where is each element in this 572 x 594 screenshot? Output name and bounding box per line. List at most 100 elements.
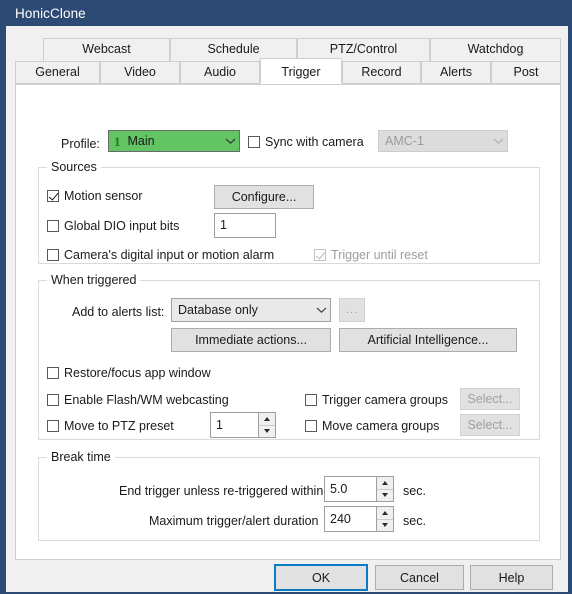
sources-group-title: Sources [47, 160, 101, 174]
artificial-intelligence-button[interactable]: Artificial Intelligence... [339, 328, 517, 352]
profile-combo-value: 1 Main [109, 134, 221, 148]
tab-label: Audio [204, 65, 236, 79]
spinner-up-button[interactable] [259, 413, 275, 426]
tab-label: PTZ/Control [329, 42, 398, 56]
sync-with-camera-label: Sync with camera [265, 135, 364, 149]
spinner-down-button[interactable] [377, 489, 393, 501]
spinner-down-button[interactable] [259, 425, 275, 437]
immediate-actions-button[interactable]: Immediate actions... [171, 328, 331, 352]
caret-up-icon [264, 416, 270, 421]
restore-focus-label: Restore/focus app window [64, 366, 211, 380]
caret-up-icon [382, 480, 388, 485]
ptz-preset-spinner[interactable]: 1 [210, 412, 276, 438]
help-button[interactable]: Help [470, 565, 553, 590]
checkbox-box [248, 136, 260, 148]
alerts-list-combo[interactable]: Database only [171, 298, 331, 322]
ok-button[interactable]: OK [274, 564, 368, 591]
spinner-up-button[interactable] [377, 477, 393, 490]
checkbox-box [47, 367, 59, 379]
alerts-list-label: Add to alerts list: [72, 305, 165, 319]
max-duration-value[interactable]: 240 [324, 506, 376, 532]
trigger-camera-groups-select-button: Select... [460, 388, 520, 410]
ptz-preset-value[interactable]: 1 [210, 412, 258, 438]
caret-down-icon [382, 493, 388, 498]
dialog-client-area: Webcast Schedule PTZ/Control Watchdog Ge… [6, 26, 568, 592]
max-duration-unit: sec. [403, 514, 426, 528]
end-trigger-spinner[interactable]: 5.0 [324, 476, 394, 502]
tab-webcast[interactable]: Webcast [43, 38, 170, 61]
configure-button[interactable]: Configure... [214, 185, 314, 209]
max-duration-spinner[interactable]: 240 [324, 506, 394, 532]
checkbox-box [47, 420, 59, 432]
profile-number-icon: 1 [114, 134, 121, 148]
tab-trigger[interactable]: Trigger [260, 58, 342, 84]
camera-digital-input-label: Camera's digital input or motion alarm [64, 248, 275, 262]
alerts-list-browse-button: ... [339, 298, 365, 322]
tab-record[interactable]: Record [342, 61, 421, 84]
checkbox-box [47, 220, 59, 232]
restore-focus-checkbox[interactable]: Restore/focus app window [47, 366, 211, 381]
tab-label: Alerts [440, 65, 472, 79]
spinner-buttons [376, 506, 394, 532]
trigger-camera-groups-checkbox[interactable]: Trigger camera groups [305, 393, 448, 408]
move-to-ptz-preset-label: Move to PTZ preset [64, 419, 174, 433]
tab-audio[interactable]: Audio [180, 61, 260, 84]
enable-flash-webcasting-checkbox[interactable]: Enable Flash/WM webcasting [47, 393, 229, 408]
global-dio-checkbox[interactable]: Global DIO input bits [47, 219, 179, 234]
when-triggered-group-title: When triggered [47, 273, 141, 287]
tab-label: Schedule [207, 42, 260, 56]
move-to-ptz-preset-checkbox[interactable]: Move to PTZ preset [47, 419, 174, 434]
checkbox-box [305, 420, 317, 432]
camera-combo-value: AMC-1 [385, 134, 424, 148]
end-trigger-value[interactable]: 5.0 [324, 476, 376, 502]
camera-digital-input-checkbox[interactable]: Camera's digital input or motion alarm [47, 248, 274, 263]
profile-combo[interactable]: 1 Main [108, 130, 240, 152]
profile-label: Profile: [61, 137, 100, 151]
tab-alerts[interactable]: Alerts [421, 61, 491, 84]
motion-sensor-checkbox[interactable]: Motion sensor [47, 189, 143, 204]
trigger-until-reset-checkbox: Trigger until reset [314, 248, 428, 263]
chevron-down-icon [312, 299, 330, 321]
camera-combo: AMC-1 [378, 130, 508, 152]
tab-label: Record [361, 65, 402, 79]
chevron-down-icon [489, 131, 507, 151]
checkbox-box [47, 394, 59, 406]
sync-with-camera-checkbox[interactable]: Sync with camera [248, 135, 364, 150]
cancel-button[interactable]: Cancel [375, 565, 464, 590]
application-window: HonicClone Webcast Schedule PTZ/Control … [0, 0, 572, 594]
motion-sensor-label: Motion sensor [64, 189, 143, 203]
profile-name: Main [127, 134, 155, 148]
tab-row-lower: General Video Audio Trigger Record Alert… [15, 58, 561, 84]
caret-down-icon [382, 523, 388, 528]
window-title: HonicClone [15, 6, 86, 21]
end-trigger-label: End trigger unless re-triggered within [119, 484, 324, 498]
spinner-buttons [258, 412, 276, 438]
trigger-tab-page: Profile: 1 Main Sync with camera AMC-1 S… [15, 84, 561, 560]
tab-label: Webcast [82, 42, 131, 56]
trigger-camera-groups-label: Trigger camera groups [322, 393, 448, 407]
tab-video[interactable]: Video [100, 61, 180, 84]
alerts-list-value: Database only [178, 303, 258, 317]
tab-label: Trigger [281, 65, 321, 79]
caret-up-icon [382, 510, 388, 515]
tab-label: Watchdog [467, 42, 524, 56]
tab-post[interactable]: Post [491, 61, 561, 84]
max-duration-label: Maximum trigger/alert duration [149, 514, 319, 528]
spinner-buttons [376, 476, 394, 502]
trigger-until-reset-label: Trigger until reset [331, 248, 428, 262]
tab-label: General [35, 65, 80, 79]
checkbox-box [305, 394, 317, 406]
tab-strip: Webcast Schedule PTZ/Control Watchdog Ge… [15, 38, 561, 84]
end-trigger-unit: sec. [403, 484, 426, 498]
move-camera-groups-label: Move camera groups [322, 419, 440, 433]
tab-watchdog[interactable]: Watchdog [430, 38, 561, 61]
caret-down-icon [264, 429, 270, 434]
global-dio-label: Global DIO input bits [64, 219, 180, 233]
move-camera-groups-select-button: Select... [460, 414, 520, 436]
spinner-down-button[interactable] [377, 519, 393, 531]
break-time-group-title: Break time [47, 450, 115, 464]
move-camera-groups-checkbox[interactable]: Move camera groups [305, 419, 439, 434]
spinner-up-button[interactable] [377, 507, 393, 520]
global-dio-input[interactable]: 1 [214, 213, 276, 238]
tab-general[interactable]: General [15, 61, 100, 84]
